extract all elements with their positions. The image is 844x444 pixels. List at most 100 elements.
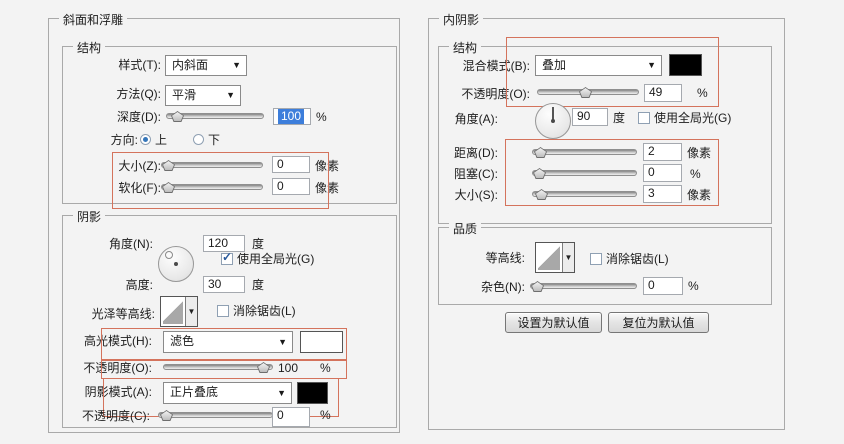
depth-label: 深度(D):	[117, 110, 161, 124]
chevron-down-icon: ▼	[647, 60, 656, 70]
soften-label: 软化(F):	[118, 181, 161, 195]
highlight-opacity-slider[interactable]	[163, 361, 273, 373]
shadow-opacity-slider[interactable]	[158, 409, 273, 421]
size-unit: 像素	[315, 159, 340, 173]
highlight-mode-label: 高光模式(H):	[84, 334, 152, 348]
shadow-opacity-track[interactable]	[158, 412, 273, 418]
anti-alias-checkbox[interactable]	[217, 305, 229, 317]
shadow-opacity-value: 0	[277, 408, 284, 422]
check-icon: ✓	[222, 250, 233, 264]
soften-input[interactable]: 0	[272, 178, 310, 195]
chevron-down-icon: ▼	[277, 388, 286, 398]
size-input[interactable]: 0	[272, 156, 310, 173]
use-global-light-label: 使用全局光(G)	[237, 252, 315, 266]
choke-value: 0	[648, 165, 655, 179]
noise-label: 杂色(N):	[481, 280, 525, 294]
gloss-contour-picker[interactable]: ▼	[160, 296, 198, 327]
is-size-label: 大小(S):	[454, 188, 498, 202]
depth-input[interactable]: 100	[273, 108, 311, 125]
chevron-down-icon: ▼	[232, 60, 241, 70]
is-size-input[interactable]: 3	[643, 185, 682, 203]
bevel-structure-legend: 结构	[73, 39, 106, 56]
is-quality-legend: 品质	[449, 220, 482, 237]
use-global-light-checkbox[interactable]: ✓	[221, 250, 233, 265]
soften-slider[interactable]	[161, 181, 263, 193]
highlight-opacity-unit: %	[320, 361, 331, 375]
inner-shadow-color-swatch[interactable]	[669, 54, 702, 76]
choke-input[interactable]: 0	[643, 164, 682, 182]
highlight-opacity-value: 100	[278, 361, 299, 375]
distance-input[interactable]: 2	[643, 143, 682, 161]
altitude-value: 30	[208, 277, 222, 291]
noise-slider[interactable]	[530, 280, 637, 292]
choke-unit: %	[690, 167, 701, 181]
is-anti-alias-checkbox[interactable]	[590, 253, 602, 265]
soften-unit: 像素	[315, 181, 340, 195]
blend-mode-dropdown[interactable]: 叠加 ▼	[535, 55, 662, 76]
is-size-unit: 像素	[687, 188, 712, 202]
contour-thumbnail	[538, 245, 560, 270]
highlight-mode-dropdown[interactable]: 滤色 ▼	[163, 331, 293, 353]
is-size-slider[interactable]	[532, 188, 637, 200]
angle-dial[interactable]	[158, 246, 194, 282]
shadow-mode-dropdown[interactable]: 正片叠底 ▼	[163, 382, 292, 404]
method-value: 平滑	[172, 88, 197, 102]
highlight-opacity-track[interactable]	[163, 364, 273, 370]
noise-value: 0	[648, 278, 655, 292]
is-angle-input[interactable]: 90	[572, 108, 608, 126]
bevel-shading-legend: 阴影	[73, 208, 106, 225]
shadow-opacity-input[interactable]: 0	[272, 407, 310, 427]
inner-shadow-title: 内阴影	[439, 11, 484, 28]
is-use-global-light-checkbox[interactable]	[638, 112, 650, 124]
is-opacity-slider[interactable]	[537, 86, 639, 98]
noise-track[interactable]	[530, 283, 637, 289]
bevel-emboss-title: 斜面和浮雕	[59, 11, 128, 28]
is-angle-value: 90	[577, 109, 591, 123]
angle-value: 120	[208, 236, 229, 250]
is-use-global-light-label: 使用全局光(G)	[654, 111, 732, 125]
highlight-color-swatch[interactable]	[300, 331, 343, 353]
shadow-opacity-label: 不透明度(C):	[82, 409, 150, 423]
choke-slider[interactable]	[532, 167, 637, 179]
depth-value: 100	[278, 109, 305, 124]
soften-value: 0	[277, 179, 284, 193]
noise-input[interactable]: 0	[643, 277, 683, 295]
is-angle-unit: 度	[613, 111, 626, 125]
shadow-color-swatch[interactable]	[297, 382, 328, 404]
style-dropdown[interactable]: 内斜面 ▼	[165, 55, 247, 76]
size-slider-track[interactable]	[161, 162, 263, 168]
is-angle-dial-center-dot	[551, 119, 555, 123]
distance-track[interactable]	[532, 149, 637, 155]
contour-thumbnail	[163, 299, 183, 324]
is-angle-dial[interactable]	[535, 103, 571, 139]
shadow-mode-label: 阴影模式(A):	[84, 385, 152, 399]
soften-slider-track[interactable]	[161, 184, 263, 190]
direction-down-radio[interactable]	[193, 134, 204, 145]
highlight-mode-value: 滤色	[170, 334, 195, 348]
angle-unit: 度	[252, 237, 265, 251]
is-opacity-value: 49	[649, 85, 663, 99]
direction-label: 方向:	[110, 133, 138, 147]
method-dropdown[interactable]: 平滑 ▼	[165, 85, 241, 106]
chevron-down-icon[interactable]: ▼	[185, 297, 197, 326]
choke-track[interactable]	[532, 170, 637, 176]
angle-dial-marker	[165, 251, 173, 259]
size-slider[interactable]	[161, 159, 263, 171]
direction-up-radio[interactable]	[140, 134, 151, 145]
size-value: 0	[277, 157, 284, 171]
is-contour-picker[interactable]: ▼	[535, 242, 575, 273]
chevron-down-icon[interactable]: ▼	[562, 243, 574, 272]
reset-default-button[interactable]: 复位为默认值	[608, 312, 709, 333]
is-opacity-label: 不透明度(O):	[461, 87, 530, 101]
method-label: 方法(Q):	[116, 87, 161, 101]
is-opacity-input[interactable]: 49	[644, 84, 682, 102]
chevron-down-icon: ▼	[278, 337, 287, 347]
set-default-button[interactable]: 设置为默认值	[505, 312, 602, 333]
noise-unit: %	[688, 279, 699, 293]
direction-up-label: 上	[155, 133, 168, 147]
altitude-input[interactable]: 30	[203, 276, 245, 293]
depth-unit: %	[316, 110, 327, 124]
depth-slider[interactable]	[166, 110, 264, 122]
style-value: 内斜面	[172, 58, 209, 72]
distance-slider[interactable]	[532, 146, 637, 158]
